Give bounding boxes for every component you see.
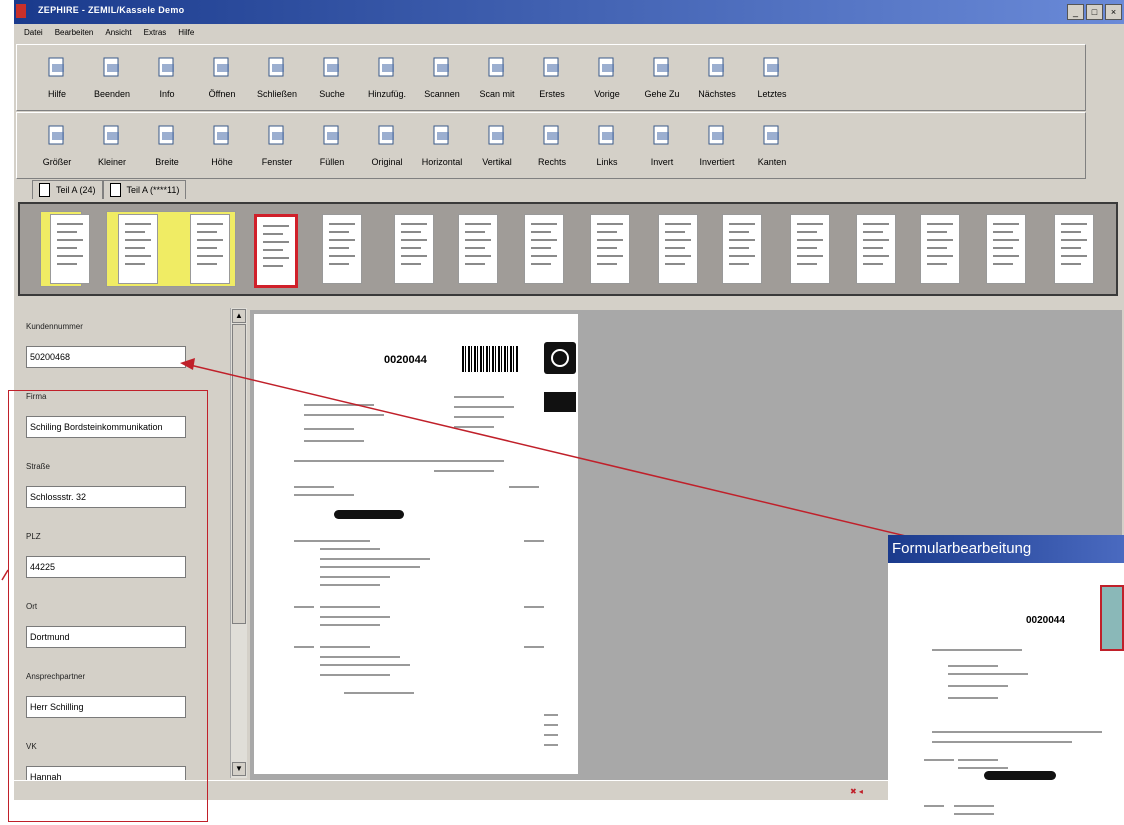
inset-title: Formularbearbeitung [888, 535, 1124, 563]
inset-document-number: 0020044 [1026, 615, 1065, 626]
inset-text-line [948, 697, 998, 699]
inset-text-line [932, 741, 1072, 743]
inset-text-line [948, 685, 1008, 687]
inset-text-line [954, 805, 994, 807]
inset-text-line [958, 767, 1008, 769]
inset-text-line [948, 673, 1028, 675]
inset-text-line [954, 813, 994, 815]
inset-text-line [932, 649, 1022, 651]
arrow-head [180, 358, 195, 370]
arrow-line [1, 569, 9, 581]
inset-text-line [932, 731, 1102, 733]
inset-text-line [948, 665, 998, 667]
inset-text-line [924, 759, 954, 761]
inset-panel: Formularbearbeitung 0020044 [888, 535, 1124, 825]
inset-logo-highlight [1100, 585, 1124, 651]
inset-redacted-text [984, 771, 1056, 780]
inset-text-line [958, 759, 998, 761]
inset-text-line [924, 805, 944, 807]
